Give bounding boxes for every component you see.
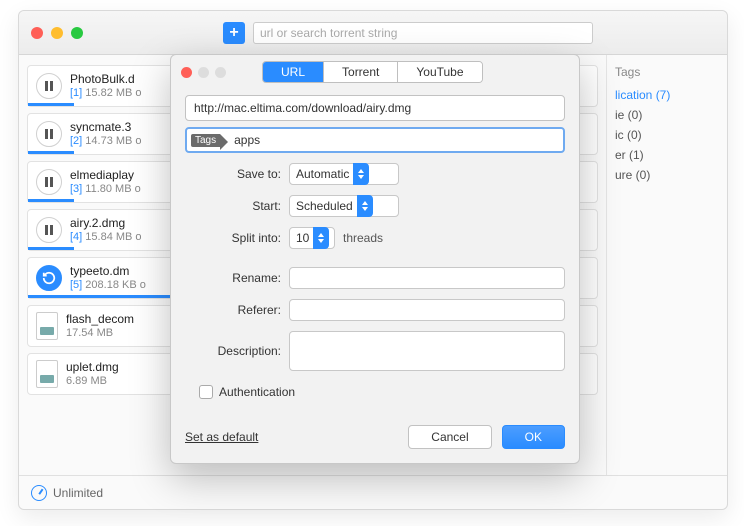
pause-icon[interactable] — [36, 73, 62, 99]
add-url-dialog: URL Torrent YouTube Tags apps Save to: A… — [170, 54, 580, 464]
tag-item[interactable]: ure (0) — [615, 165, 719, 185]
download-name: uplet.dmg — [66, 360, 119, 374]
pause-icon[interactable] — [36, 169, 62, 195]
minimize-icon[interactable] — [51, 27, 63, 39]
chevron-updown-icon — [353, 163, 369, 185]
dialog-footer: Set as default Cancel OK — [171, 413, 579, 463]
description-input[interactable] — [289, 331, 565, 371]
download-meta: [5] 208.18 KB o — [70, 279, 146, 292]
progress-bar — [28, 247, 74, 250]
zoom-icon[interactable] — [71, 27, 83, 39]
download-name: flash_decom — [66, 312, 134, 326]
tab-torrent[interactable]: Torrent — [324, 62, 398, 82]
speed-icon — [31, 485, 47, 501]
label-threads: threads — [343, 231, 383, 245]
footer: Unlimited — [19, 475, 727, 509]
progress-bar — [28, 103, 74, 106]
tab-url[interactable]: URL — [263, 62, 324, 82]
rename-input[interactable] — [289, 267, 565, 289]
pause-icon[interactable] — [36, 121, 62, 147]
auth-checkbox[interactable] — [199, 385, 213, 399]
cancel-button[interactable]: Cancel — [408, 425, 491, 449]
download-meta: [4] 15.84 MB o — [70, 231, 142, 244]
download-meta: 6.89 MB — [66, 375, 119, 388]
label-referer: Referer: — [185, 303, 281, 317]
label-rename: Rename: — [185, 271, 281, 285]
tab-youtube[interactable]: YouTube — [398, 62, 481, 82]
label-split-into: Split into: — [185, 231, 281, 245]
chevron-updown-icon — [313, 227, 329, 249]
label-start: Start: — [185, 199, 281, 213]
url-input[interactable] — [185, 95, 565, 121]
tag-item[interactable]: ie (0) — [615, 105, 719, 125]
dialog-titlebar: URL Torrent YouTube — [171, 55, 579, 89]
download-meta: [2] 14.73 MB o — [70, 135, 142, 148]
progress-bar — [28, 151, 74, 154]
label-authentication: Authentication — [219, 385, 295, 399]
tags-title: Tags — [615, 65, 719, 79]
traffic-lights — [31, 27, 83, 39]
file-icon — [36, 360, 58, 388]
set-default-link[interactable]: Set as default — [185, 430, 258, 444]
tags-value: apps — [234, 133, 260, 147]
chevron-updown-icon — [357, 195, 373, 217]
dialog-close-icon[interactable] — [181, 67, 192, 78]
dialog-zoom-icon — [215, 67, 226, 78]
download-meta: 17.54 MB — [66, 327, 134, 340]
download-name: PhotoBulk.d — [70, 72, 142, 86]
start-select[interactable]: Scheduled — [289, 195, 399, 217]
dialog-minimize-icon — [198, 67, 209, 78]
add-button[interactable]: + — [223, 22, 245, 44]
tags-badge: Tags — [191, 134, 220, 147]
dialog-body: Tags apps Save to: Automatic Start: Sche… — [171, 89, 579, 413]
tag-item[interactable]: ic (0) — [615, 125, 719, 145]
label-description: Description: — [185, 344, 281, 358]
close-icon[interactable] — [31, 27, 43, 39]
source-tabs: URL Torrent YouTube — [262, 61, 483, 83]
footer-status: Unlimited — [53, 486, 103, 500]
referer-input[interactable] — [289, 299, 565, 321]
tag-item[interactable]: lication (7) — [615, 85, 719, 105]
label-save-to: Save to: — [185, 167, 281, 181]
search-input[interactable]: url or search torrent string — [253, 22, 593, 44]
download-name: typeeto.dm — [70, 264, 146, 278]
download-meta: [3] 11.80 MB o — [70, 183, 141, 196]
download-name: elmediaplay — [70, 168, 141, 182]
save-to-select[interactable]: Automatic — [289, 163, 399, 185]
retry-icon[interactable] — [36, 265, 62, 291]
pause-icon[interactable] — [36, 217, 62, 243]
tags-panel: Tags lication (7)ie (0)ic (0)er (1)ure (… — [607, 55, 727, 475]
file-icon — [36, 312, 58, 340]
tag-item[interactable]: er (1) — [615, 145, 719, 165]
tags-input[interactable]: Tags apps — [185, 127, 565, 153]
download-name: syncmate.3 — [70, 120, 142, 134]
download-meta: [1] 15.82 MB o — [70, 87, 142, 100]
ok-button[interactable]: OK — [502, 425, 565, 449]
progress-bar — [28, 199, 74, 202]
main-titlebar: + url or search torrent string — [19, 11, 727, 55]
threads-select[interactable]: 10 — [289, 227, 335, 249]
download-name: airy.2.dmg — [70, 216, 142, 230]
